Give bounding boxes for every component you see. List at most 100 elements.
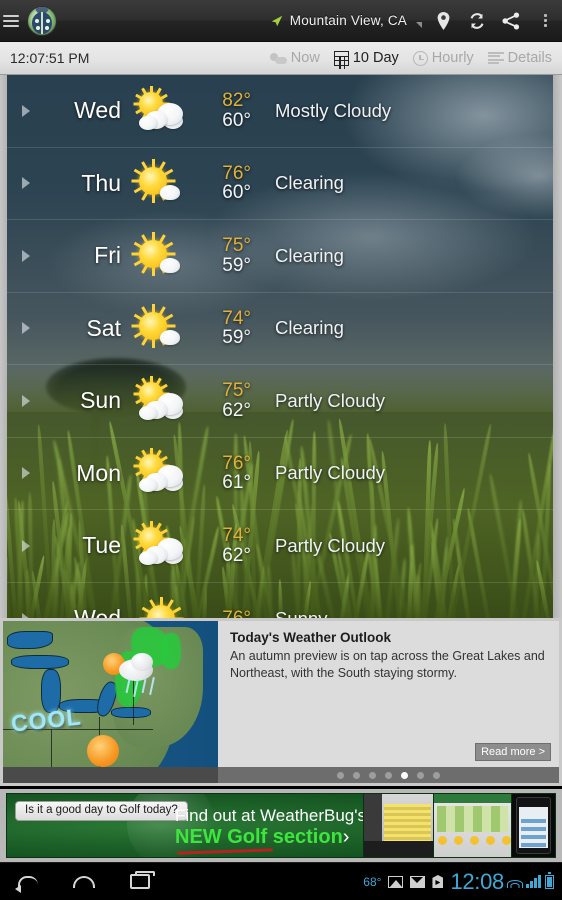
forecast-low-temp: 60° [222,109,251,131]
tab-now[interactable]: Now [263,42,327,75]
read-more-button[interactable]: Read more > [475,743,551,761]
forecast-low-temp: 59° [222,254,251,276]
expand-arrow-icon[interactable] [22,394,30,407]
forecast-low-temp: 59° [222,327,251,349]
forecast-high-temp: 75° [222,235,251,256]
pager-dot[interactable] [369,771,376,779]
sun-small-cloud-icon [131,230,193,282]
system-clock[interactable]: 12:08 [450,869,504,895]
tab-10-day[interactable]: 10 Day [327,42,406,75]
forecast-temperatures: 75° 59° [197,236,251,276]
overflow-menu-icon[interactable] [528,0,562,42]
forecast-day-label: Wed [74,97,121,124]
sun-behind-clouds-icon [131,85,193,137]
forecast-condition-label: Partly Cloudy [275,534,386,556]
expand-arrow-icon[interactable] [22,104,30,117]
ad-line2: NEW Golf section› [175,826,350,848]
forecast-row[interactable]: Fri 75° 59° Clearing [0,220,562,293]
forecast-row[interactable]: Mon 76° 61° Partly Cloudy [0,438,562,510]
tab-hourly-label: Hourly [431,50,474,66]
tab-details-label: Details [507,50,552,66]
ad-banner-container: Is it a good day to Golf today? Find out… [0,789,562,862]
sun-behind-clouds-icon [131,375,193,427]
sun-small-cloud-icon [131,302,193,354]
recent-apps-icon[interactable] [112,863,168,900]
forecast-high-temp: 74° [222,525,251,546]
pager-dot[interactable] [417,771,424,779]
golf-ad-banner[interactable]: Is it a good day to Golf today? Find out… [6,793,556,858]
photo-notification-icon[interactable] [388,875,404,888]
left-frame-edge [0,75,7,618]
hamburger-icon[interactable] [3,14,19,27]
weather-outlook-panel[interactable]: COOL Today's Weather Outlook An autumn p… [0,618,562,786]
forecast-high-temp: 76° [222,162,251,184]
forecast-row[interactable]: Tue 74° 62° Partly Cloudy [0,510,562,583]
gmail-notification-icon[interactable] [410,875,426,888]
forecast-rows: Wed 82° 60° Mostly Cloudy Thu 76° 60° Clearing F… [0,75,562,618]
expand-arrow-icon[interactable] [22,539,30,552]
expand-arrow-icon[interactable] [22,322,30,335]
tab-hourly[interactable]: Hourly [406,42,481,75]
forecast-high-temp: 74° [222,307,251,329]
ad-headline: Find out at WeatherBug's NEW Golf sectio… [175,806,366,849]
expand-arrow-icon[interactable] [22,177,30,190]
location-pin-icon[interactable] [426,0,460,42]
weatherbug-ladybug-logo[interactable] [27,5,57,36]
ad-line1: Find out at WeatherBug's [175,806,366,825]
forecast-condition-label: Clearing [275,317,344,339]
tab-10-day-label: 10 Day [352,50,399,66]
pager-dot[interactable] [353,771,360,779]
tab-details[interactable]: Details [481,42,562,75]
sun-behind-clouds-icon [131,447,193,499]
home-icon[interactable] [56,863,112,900]
forecast-high-temp: 76° [222,452,251,474]
forecast-list[interactable]: Wed 82° 60° Mostly Cloudy Thu 76° 60° Clearing F… [0,75,562,618]
pager-dot[interactable] [385,771,392,779]
pager-dot[interactable] [433,771,440,779]
forecast-row[interactable]: Sun 75° 62° Partly Cloudy [0,365,562,438]
outlook-body: An autumn preview is on tap across the G… [230,649,545,681]
back-arrow-icon[interactable] [0,863,56,900]
sun-small-cloud-icon [131,157,193,209]
location-label: Mountain View, CA [289,13,407,28]
forecast-high-temp: 76° [197,609,251,618]
forecast-day-label: Sat [86,314,121,341]
ad-question-bubble: Is it a good day to Golf today? [15,801,188,821]
outlook-map-thumbnail[interactable]: COOL [3,621,218,783]
forecast-day-label: Sun [80,387,121,414]
location-selector[interactable]: Mountain View, CA [268,9,426,32]
wifi-icon [507,875,523,888]
forecast-row[interactable]: Wed 82° 60° Mostly Cloudy [0,75,562,148]
expand-arrow-icon[interactable] [22,467,30,480]
list-lines-icon [487,51,504,65]
refresh-icon[interactable] [460,0,494,42]
forecast-condition-label: Mostly Cloudy [275,99,392,121]
forecast-row[interactable]: Sat 74° 59° Clearing [0,293,562,365]
forecast-temperatures: 74° 62° [197,526,251,566]
forecast-row[interactable]: Thu 76° 60° Clearing [0,148,562,220]
forecast-temperatures: 75° 62° [197,381,251,421]
forecast-day-label: Tue [82,532,121,559]
tab-bar: 12:07:51 PM Now 10 Day Hourly Details [0,42,562,75]
forecast-row[interactable]: Wed 76° Sunny [0,583,562,618]
forecast-high-temp: 75° [222,380,251,401]
grid-table-icon [333,50,349,69]
expand-arrow-icon[interactable] [22,249,30,262]
app-screen: Mountain View, CA 12:07:51 PM Now 10 Day… [0,0,562,900]
forecast-day-label: Thu [81,169,121,196]
share-icon[interactable] [494,0,528,42]
forecast-temperatures: 74° 59° [197,307,251,349]
forecast-condition-label: Clearing [275,244,344,266]
outlook-pager-dots[interactable] [218,767,559,783]
forecast-temperatures: 76° 61° [197,452,251,494]
forecast-condition-label: Sunny [275,608,327,618]
pager-dot[interactable] [337,771,344,779]
pager-dot[interactable] [401,771,408,779]
forecast-day-label: Wed [30,605,125,618]
ad-screenshots [363,794,555,857]
forecast-temperatures: 76° 60° [197,162,251,204]
play-store-notification-icon[interactable] [432,875,444,888]
forecast-temperatures: 82° 60° [197,91,251,131]
forecast-temperatures: 76° [197,609,251,618]
chevron-down-icon [416,21,422,28]
